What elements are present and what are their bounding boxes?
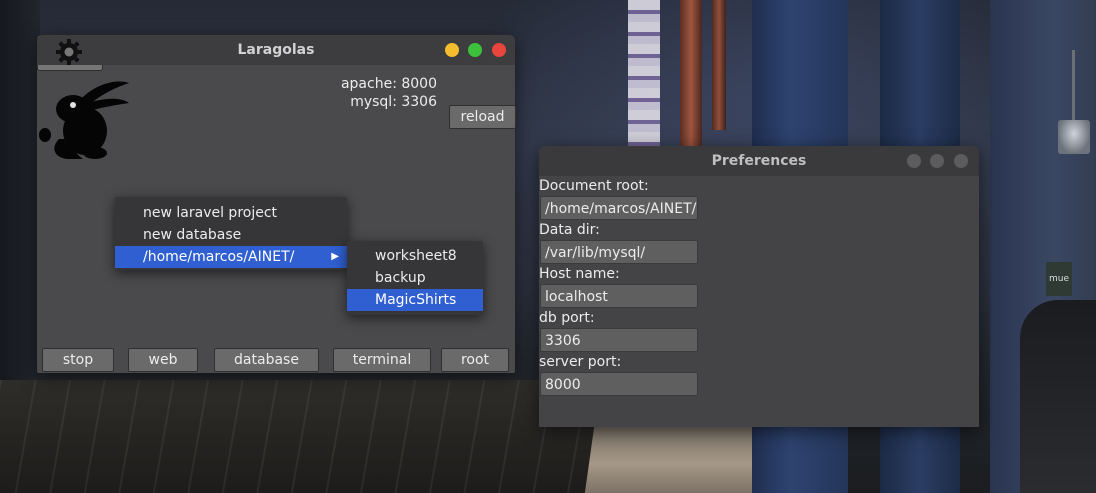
- menu-item-new-database[interactable]: new database: [115, 224, 347, 246]
- menu-item-new-laravel-project[interactable]: new laravel project: [115, 202, 347, 224]
- submenu-item-backup[interactable]: backup: [347, 267, 483, 289]
- window-title: Laragolas: [237, 42, 315, 58]
- server-port-field[interactable]: 8000: [540, 372, 698, 396]
- stop-button[interactable]: stop: [42, 348, 114, 372]
- server-port-label: server port:: [539, 354, 622, 370]
- context-submenu: worksheet8 backup MagicShirts: [347, 241, 483, 315]
- submenu-item-magicshirts[interactable]: MagicShirts: [347, 289, 483, 311]
- preferences-titlebar[interactable]: Preferences: [539, 146, 979, 176]
- root-button[interactable]: root: [441, 348, 509, 372]
- menu-item-project-folder[interactable]: /home/marcos/AINET/ ▶: [115, 246, 347, 268]
- wallpaper-lamp: [1058, 120, 1090, 154]
- mysql-port-status: mysql: 3306: [350, 94, 437, 110]
- db-port-field[interactable]: 3306: [540, 328, 698, 352]
- wallpaper-pipe: [680, 0, 702, 150]
- host-name-field[interactable]: localhost: [540, 284, 698, 308]
- submenu-item-worksheet8[interactable]: worksheet8: [347, 245, 483, 267]
- wallpaper-lamp-rod: [1072, 50, 1075, 122]
- laragolas-titlebar[interactable]: Laragolas: [37, 35, 515, 65]
- database-button[interactable]: database: [214, 348, 319, 372]
- context-menu: new laravel project new database /home/m…: [115, 197, 347, 270]
- menu-item-label: /home/marcos/AINET/: [143, 249, 295, 265]
- gear-icon: [56, 39, 82, 65]
- minimize-button[interactable]: [445, 43, 459, 57]
- wallpaper-sign: mue: [1046, 262, 1072, 296]
- wallpaper-ceiling-light: [628, 0, 660, 160]
- data-dir-field[interactable]: /var/lib/mysql/: [540, 240, 698, 264]
- window-title: Preferences: [711, 153, 807, 169]
- document-root-field[interactable]: /home/marcos/AINET/: [540, 196, 698, 220]
- terminal-button[interactable]: terminal: [333, 348, 431, 372]
- minimize-button[interactable]: [907, 154, 921, 168]
- wallpaper-pipe: [712, 0, 726, 130]
- data-dir-label: Data dir:: [539, 222, 600, 238]
- close-button[interactable]: [954, 154, 968, 168]
- rabbit-logo-icon: [39, 81, 129, 159]
- db-port-label: db port:: [539, 310, 595, 326]
- host-name-label: Host name:: [539, 266, 620, 282]
- preferences-window: Preferences Document root: /home/marcos/…: [539, 146, 979, 427]
- close-button[interactable]: [492, 43, 506, 57]
- apache-port-status: apache: 8000: [340, 76, 437, 92]
- wallpaper-person: [1020, 300, 1096, 493]
- submenu-arrow-icon: ▶: [331, 251, 339, 262]
- reload-button[interactable]: reload: [449, 105, 516, 129]
- web-button[interactable]: web: [128, 348, 198, 372]
- maximize-button[interactable]: [468, 43, 482, 57]
- maximize-button[interactable]: [930, 154, 944, 168]
- document-root-label: Document root:: [539, 178, 649, 194]
